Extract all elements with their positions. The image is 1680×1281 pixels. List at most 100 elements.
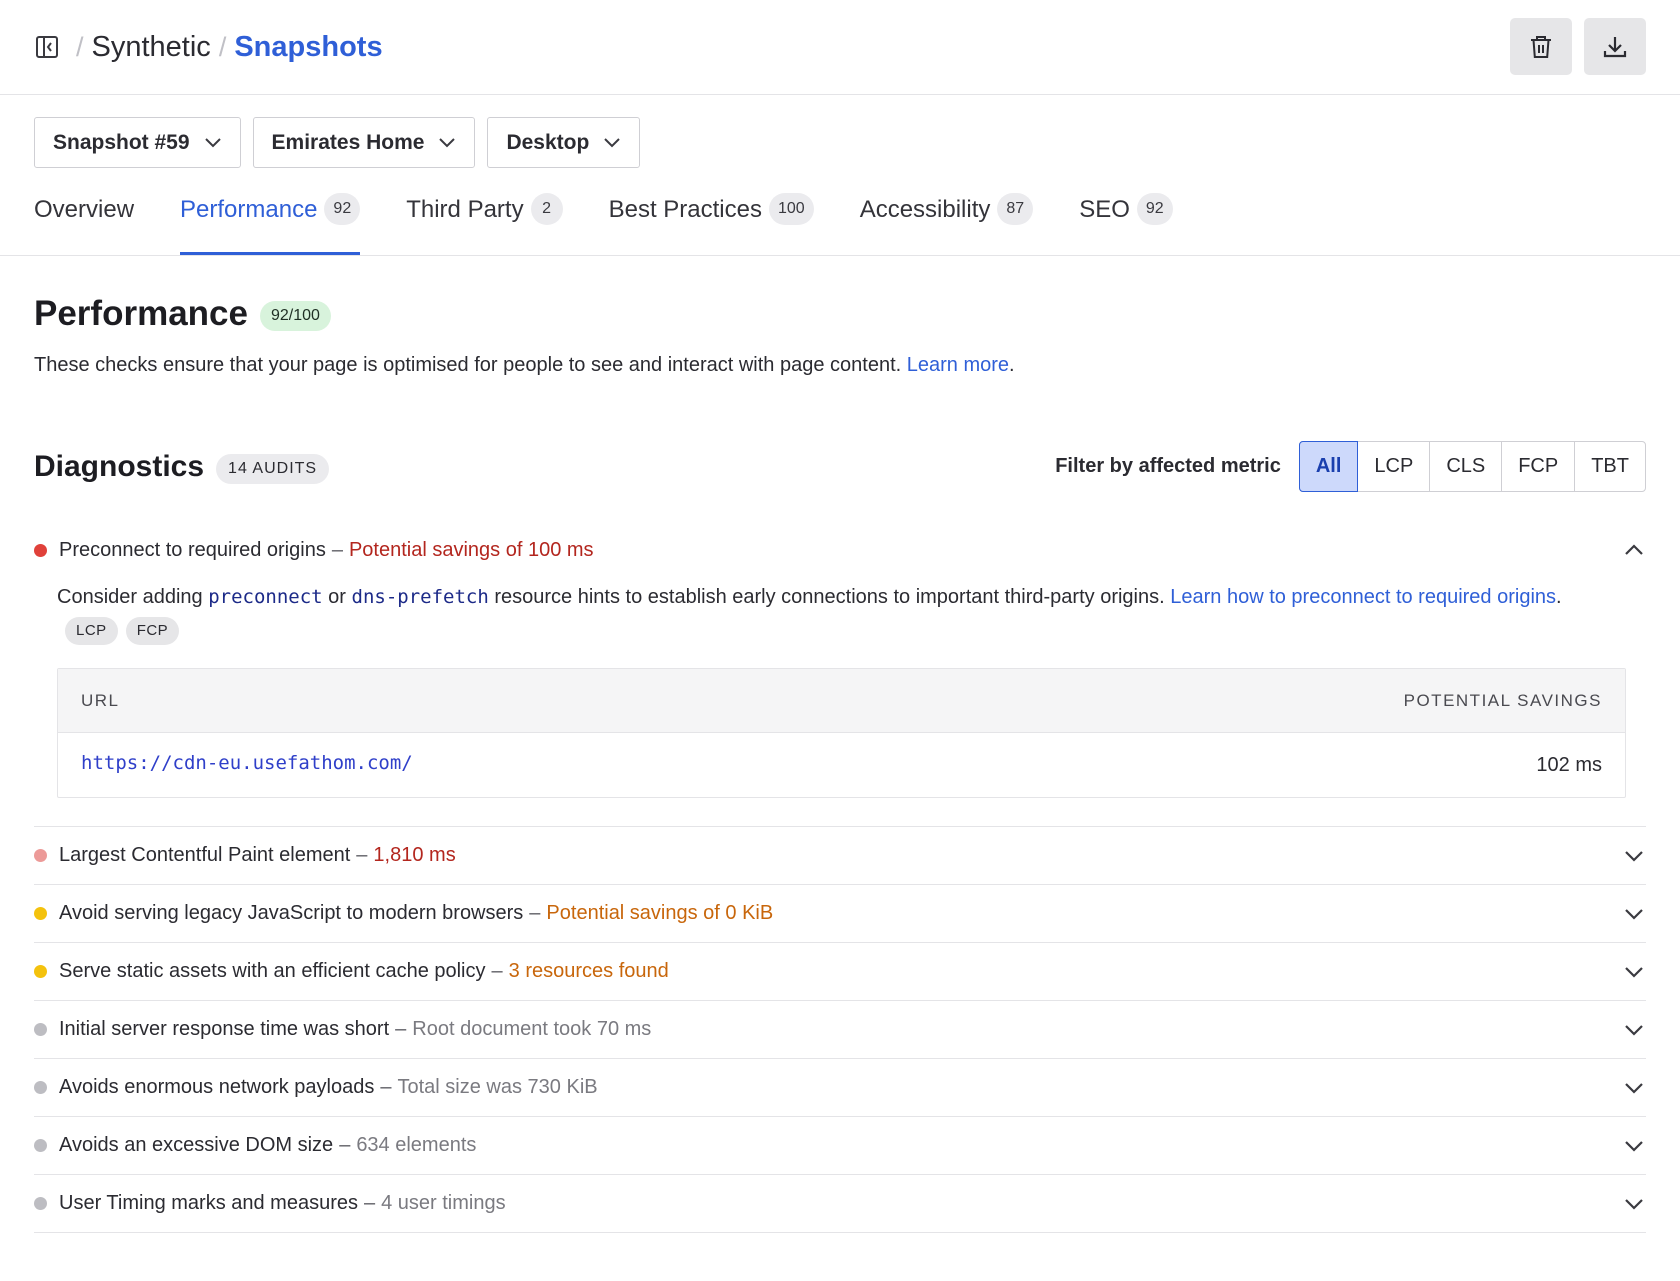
column-header-url: URL bbox=[81, 690, 120, 710]
metric-tag-fcp: FCP bbox=[125, 617, 180, 645]
selector-bar: Snapshot #59 Emirates Home Desktop bbox=[0, 95, 1680, 168]
tab-label: Best Practices bbox=[608, 196, 762, 223]
audit-separator: – bbox=[356, 844, 368, 866]
filter-lcp-button[interactable]: LCP bbox=[1358, 442, 1431, 491]
tab-count-badge: 87 bbox=[997, 193, 1034, 225]
filter-tbt-button[interactable]: TBT bbox=[1575, 442, 1645, 491]
audit-separator: – bbox=[380, 1076, 392, 1098]
column-header-savings: POTENTIAL SAVINGS bbox=[1403, 690, 1602, 710]
tab-label: SEO bbox=[1079, 196, 1130, 223]
code-dns-prefetch: dns-prefetch bbox=[351, 586, 489, 608]
chevron-down-icon bbox=[438, 137, 456, 148]
audit-row[interactable]: Avoid serving legacy JavaScript to moder… bbox=[34, 885, 1646, 943]
audit-separator: – bbox=[339, 1134, 351, 1156]
tab-accessibility[interactable]: Accessibility 87 bbox=[859, 193, 1034, 255]
audit-row[interactable]: Largest Contentful Paint element – 1,810… bbox=[34, 827, 1646, 885]
filter-fcp-button[interactable]: FCP bbox=[1502, 442, 1576, 491]
tab-count-badge: 92 bbox=[324, 193, 361, 225]
audit-separator: – bbox=[395, 1018, 407, 1040]
savings-table: URL POTENTIAL SAVINGS https://cdn-eu.use… bbox=[57, 668, 1626, 798]
table-row: https://cdn-eu.usefathom.com/ 102 ms bbox=[58, 733, 1625, 797]
metric-tag-lcp: LCP bbox=[65, 617, 118, 645]
learn-preconnect-link[interactable]: Learn how to preconnect to required orig… bbox=[1170, 586, 1556, 608]
audit-detail: Consider adding preconnect or dns-prefet… bbox=[34, 580, 1646, 827]
audits-count-badge: 14 AUDITS bbox=[216, 453, 330, 484]
audit-value: Potential savings of 0 KiB bbox=[546, 902, 774, 924]
tab-label: Overview bbox=[34, 196, 135, 223]
diagnostics-header: Diagnostics 14 AUDITS Filter by affected… bbox=[34, 441, 1646, 492]
chevron-down-icon[interactable] bbox=[1624, 908, 1644, 920]
download-button[interactable] bbox=[1584, 18, 1646, 75]
sidebar-toggle-icon[interactable] bbox=[34, 34, 60, 60]
chevron-down-icon[interactable] bbox=[1624, 1082, 1644, 1094]
page-select[interactable]: Emirates Home bbox=[252, 117, 476, 168]
tab-best-practices[interactable]: Best Practices 100 bbox=[608, 193, 814, 255]
audit-row[interactable]: Initial server response time was short –… bbox=[34, 1001, 1646, 1059]
chevron-down-icon bbox=[603, 137, 621, 148]
snapshot-select[interactable]: Snapshot #59 bbox=[34, 117, 241, 168]
audit-detail-text: Consider adding preconnect or dns-prefet… bbox=[57, 580, 1646, 648]
status-dot-icon bbox=[34, 907, 47, 920]
audit-separator: – bbox=[491, 960, 503, 982]
tab-seo[interactable]: SEO 92 bbox=[1079, 193, 1173, 255]
breadcrumb-separator: / bbox=[218, 31, 227, 62]
tab-count-badge: 92 bbox=[1136, 193, 1173, 225]
audit-value: Potential savings of 100 ms bbox=[348, 538, 594, 561]
tab-overview[interactable]: Overview bbox=[34, 194, 134, 255]
filter-all-button[interactable]: All bbox=[1298, 441, 1359, 492]
breadcrumb: / Synthetic / Snapshots bbox=[34, 31, 383, 64]
detail-text-part: or bbox=[322, 586, 352, 608]
page-select-label: Emirates Home bbox=[271, 130, 425, 154]
audit-title: Avoids an excessive DOM size bbox=[59, 1134, 334, 1156]
origin-url-link[interactable]: https://cdn-eu.usefathom.com/ bbox=[81, 752, 413, 774]
audit-value: 1,810 ms bbox=[373, 844, 456, 866]
tab-count-badge: 100 bbox=[768, 193, 814, 225]
description-period: . bbox=[1009, 354, 1015, 376]
chevron-up-icon[interactable] bbox=[1624, 544, 1644, 556]
audit-value: 4 user timings bbox=[381, 1192, 506, 1214]
audit-value: Root document took 70 ms bbox=[412, 1018, 652, 1040]
audit-row[interactable]: Avoids enormous network payloads – Total… bbox=[34, 1059, 1646, 1117]
chevron-down-icon[interactable] bbox=[1624, 1140, 1644, 1152]
tab-label: Third Party bbox=[406, 196, 524, 223]
device-select[interactable]: Desktop bbox=[487, 117, 641, 168]
audit-row-expanded[interactable]: Preconnect to required origins – Potenti… bbox=[34, 520, 1646, 580]
tab-third-party[interactable]: Third Party 2 bbox=[406, 193, 563, 255]
chevron-down-icon[interactable] bbox=[1624, 1024, 1644, 1036]
chevron-down-icon[interactable] bbox=[1624, 850, 1644, 862]
audit-title: Avoids enormous network payloads bbox=[59, 1076, 375, 1098]
audit-separator: – bbox=[331, 538, 343, 561]
description-text: These checks ensure that your page is op… bbox=[34, 354, 902, 376]
chevron-down-icon[interactable] bbox=[1624, 966, 1644, 978]
status-dot-icon bbox=[34, 965, 47, 978]
learn-more-link[interactable]: Learn more bbox=[907, 354, 1009, 376]
audit-title: Largest Contentful Paint element bbox=[59, 844, 351, 866]
audit-separator: – bbox=[529, 902, 541, 924]
audit-row[interactable]: Avoids an excessive DOM size – 634 eleme… bbox=[34, 1117, 1646, 1175]
audit-title: Serve static assets with an efficient ca… bbox=[59, 960, 486, 982]
chevron-down-icon bbox=[204, 137, 222, 148]
savings-value: 102 ms bbox=[1536, 753, 1602, 776]
breadcrumb-snapshots: Snapshots bbox=[234, 30, 383, 63]
tab-performance[interactable]: Performance 92 bbox=[180, 193, 361, 255]
chevron-down-icon[interactable] bbox=[1624, 1198, 1644, 1210]
tab-label: Accessibility bbox=[859, 196, 991, 223]
audit-row[interactable]: User Timing marks and measures – 4 user … bbox=[34, 1175, 1646, 1233]
detail-text-part: resource hints to establish early connec… bbox=[488, 586, 1171, 608]
status-dot-icon bbox=[34, 1081, 47, 1094]
detail-text-part: Consider adding bbox=[57, 586, 209, 608]
delete-button[interactable] bbox=[1510, 18, 1572, 75]
download-icon bbox=[1603, 36, 1627, 57]
status-dot-icon bbox=[34, 543, 47, 557]
audit-row[interactable]: Serve static assets with an efficient ca… bbox=[34, 943, 1646, 1001]
breadcrumb-synthetic[interactable]: Synthetic bbox=[92, 31, 211, 64]
audit-list: Largest Contentful Paint element – 1,810… bbox=[34, 827, 1646, 1233]
metric-filter-group: All LCP CLS FCP TBT bbox=[1298, 441, 1646, 492]
trash-icon bbox=[1531, 35, 1551, 58]
audit-title: Avoid serving legacy JavaScript to moder… bbox=[59, 902, 524, 924]
filter-cls-button[interactable]: CLS bbox=[1430, 442, 1503, 491]
page-title: Performance bbox=[34, 294, 248, 333]
diagnostics-title: Diagnostics bbox=[34, 449, 205, 483]
score-badge: 92/100 bbox=[259, 301, 331, 331]
status-dot-icon bbox=[34, 1139, 47, 1152]
